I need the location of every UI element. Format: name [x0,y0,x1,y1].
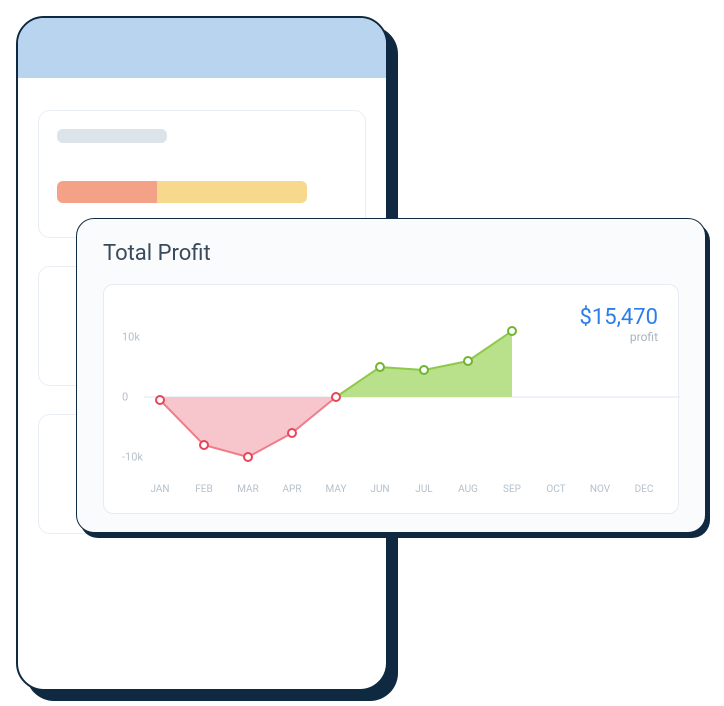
positive-area [336,331,512,397]
data-point [464,357,472,365]
x-tick: NOV [590,484,610,495]
card-title-placeholder [57,129,167,143]
x-tick: MAY [326,484,347,495]
data-point [244,453,252,461]
chart-svg [104,299,680,479]
bar-segment-a [57,181,157,203]
x-tick: SEP [503,484,521,495]
x-tick: AUG [458,484,478,495]
chart-title: Total Profit [103,241,679,266]
stacked-bar [57,181,347,203]
data-point [200,441,208,449]
x-tick: JUL [415,484,432,495]
data-point [156,396,164,404]
data-point [288,429,296,437]
data-point [376,363,384,371]
chart-box: $15,470 profit 10k 0 -10k JAN FEB MAR AP… [103,284,679,514]
x-tick: FEB [195,484,212,495]
bar-segment-b [157,181,307,203]
x-tick: APR [283,484,302,495]
chart-plot-area: $15,470 profit 10k 0 -10k JAN FEB MAR AP… [104,299,678,499]
x-tick: JUN [370,484,389,495]
phone-header [18,18,386,78]
profit-chart-card: Total Profit $15,470 profit 10k 0 -10k J… [76,218,706,533]
x-tick: DEC [635,484,654,495]
data-point [420,366,428,374]
data-point [332,393,340,401]
x-tick: MAR [237,484,259,495]
x-tick: OCT [546,484,565,495]
data-point [508,327,516,335]
x-tick: JAN [150,484,169,495]
